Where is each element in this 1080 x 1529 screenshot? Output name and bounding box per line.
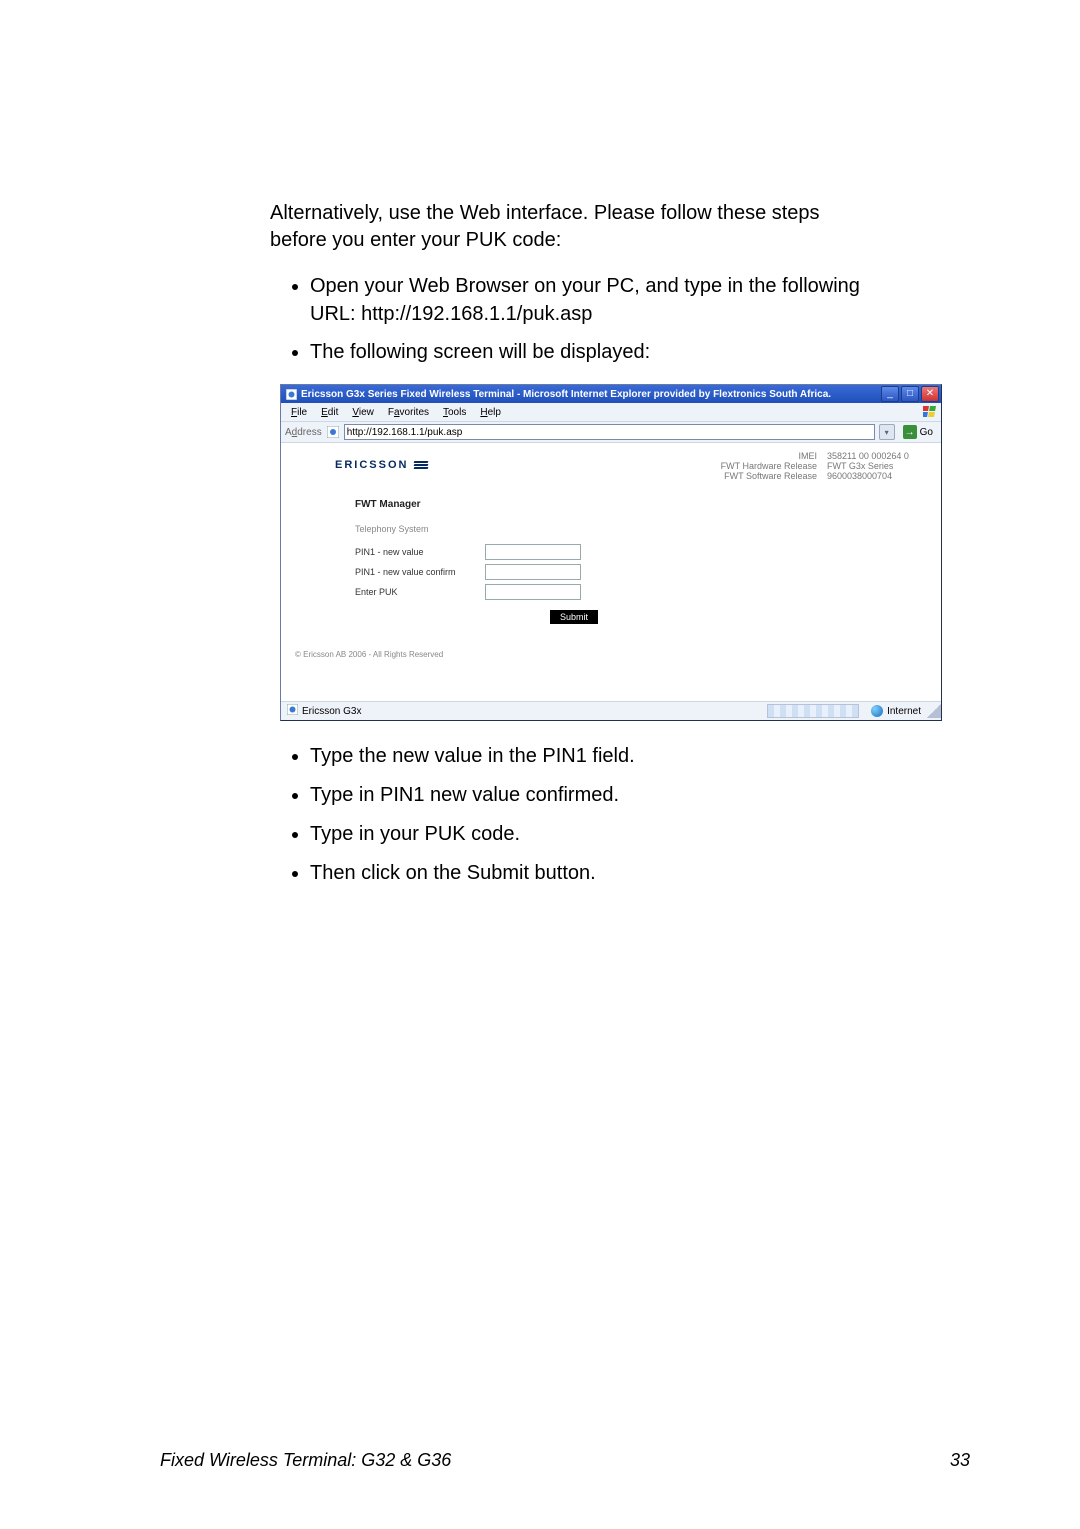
menu-file[interactable]: File — [285, 405, 313, 420]
list-item: Type the new value in the PIN1 field. — [310, 741, 970, 772]
menu-bar: File Edit View Favorites Tools Help — [281, 403, 941, 422]
ericsson-logo: ERICSSON — [335, 459, 428, 471]
intro-paragraph: Alternatively, use the Web interface. Pl… — [270, 200, 830, 254]
after-list: Type the new value in the PIN1 field. Ty… — [270, 741, 970, 889]
puk-label: Enter PUK — [355, 587, 485, 597]
progress-indicator — [767, 704, 859, 718]
go-label: Go — [920, 427, 933, 438]
go-button[interactable]: → Go — [899, 425, 937, 439]
list-item: Open your Web Browser on your PC, and ty… — [310, 272, 870, 328]
list-item: Type in your PUK code. — [310, 819, 970, 850]
address-dropdown-icon[interactable]: ▾ — [879, 424, 895, 440]
title-bar: Ericsson G3x Series Fixed Wireless Termi… — [281, 385, 941, 403]
close-button[interactable]: ✕ — [921, 386, 939, 402]
browser-screenshot: Ericsson G3x Series Fixed Wireless Termi… — [280, 384, 970, 721]
menu-view[interactable]: View — [346, 405, 380, 420]
address-input[interactable] — [344, 424, 875, 440]
puk-input[interactable] — [485, 584, 581, 600]
go-arrow-icon: → — [903, 425, 917, 439]
device-info: IMEI358211 00 000264 0 FWT Hardware Rele… — [697, 451, 927, 481]
status-bar: Ericsson G3x Internet — [281, 701, 941, 720]
menu-tools[interactable]: Tools — [437, 405, 472, 420]
address-label: Address — [285, 427, 322, 438]
fwt-manager-title: FWT Manager — [355, 499, 927, 510]
maximize-button[interactable]: □ — [901, 386, 919, 402]
resize-grip-icon[interactable] — [927, 704, 941, 718]
ie-window: Ericsson G3x Series Fixed Wireless Termi… — [280, 384, 942, 721]
page-footer: Fixed Wireless Terminal: G32 & G36 33 — [160, 1450, 970, 1471]
list-item: The following screen will be displayed: — [310, 338, 870, 366]
menu-edit[interactable]: Edit — [315, 405, 344, 420]
pin1-confirm-input[interactable] — [485, 564, 581, 580]
ericsson-waves-icon — [414, 461, 428, 469]
page-viewport: ERICSSON IMEI358211 00 000264 0 FWT Hard… — [281, 443, 941, 701]
footer-title: Fixed Wireless Terminal: G32 & G36 — [160, 1450, 451, 1471]
pin1-confirm-label: PIN1 - new value confirm — [355, 567, 485, 577]
address-bar: Address ▾ → Go — [281, 422, 941, 443]
telephony-system-subtitle: Telephony System — [355, 524, 927, 534]
menu-help[interactable]: Help — [474, 405, 507, 420]
ie-page-icon — [287, 704, 298, 718]
list-item: Then click on the Submit button. — [310, 858, 970, 889]
page-number: 33 — [950, 1450, 970, 1471]
ie-page-icon — [285, 388, 297, 400]
copyright-text: © Ericsson AB 2006 - All Rights Reserved — [295, 650, 927, 659]
window-title: Ericsson G3x Series Fixed Wireless Termi… — [301, 389, 881, 400]
status-zone: Internet — [865, 705, 927, 717]
pin1-label: PIN1 - new value — [355, 547, 485, 557]
list-item: Type in PIN1 new value confirmed. — [310, 780, 970, 811]
windows-logo-icon — [922, 405, 938, 419]
submit-button[interactable]: Submit — [550, 610, 598, 624]
minimize-button[interactable]: _ — [881, 386, 899, 402]
ie-page-icon — [326, 425, 340, 439]
status-left: Ericsson G3x — [281, 704, 367, 718]
internet-zone-icon — [871, 705, 883, 717]
menu-favorites[interactable]: Favorites — [382, 405, 435, 420]
pin1-input[interactable] — [485, 544, 581, 560]
before-list: Open your Web Browser on your PC, and ty… — [270, 272, 970, 366]
